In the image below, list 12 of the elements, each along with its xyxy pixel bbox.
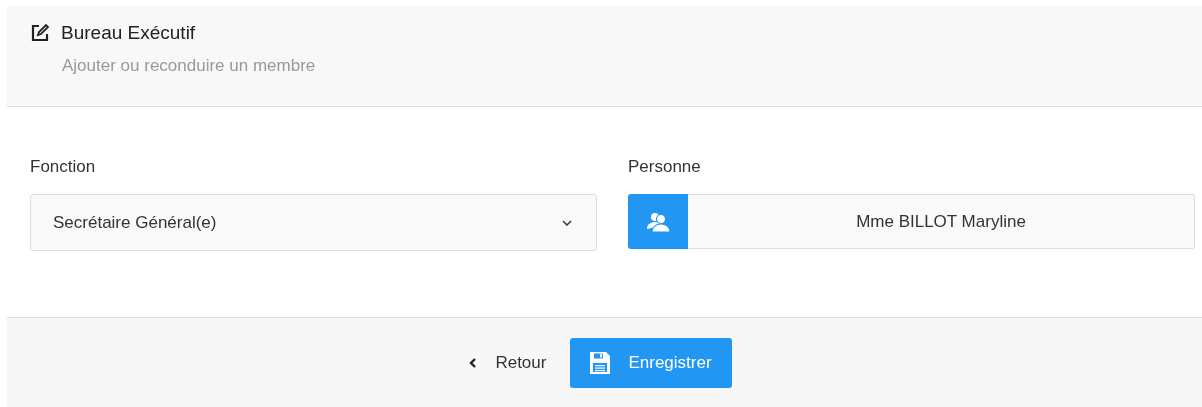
edit-icon	[31, 24, 49, 42]
section-title: Bureau Exécutif	[61, 22, 196, 44]
back-button[interactable]: Retour	[469, 344, 547, 381]
field-label: Fonction	[30, 157, 97, 177]
person-field[interactable]: Mme BILLOT Maryline	[688, 194, 1195, 249]
field-label: Personne	[628, 157, 702, 177]
chevron-left-icon	[469, 357, 478, 368]
chevron-down-icon	[562, 219, 572, 226]
section-subtitle: Ajouter ou reconduire un membre	[62, 56, 317, 76]
person-picker-button[interactable]	[628, 194, 688, 249]
select-field[interactable]: Secrétaire Général(e)	[30, 194, 597, 251]
users-icon	[646, 210, 670, 233]
